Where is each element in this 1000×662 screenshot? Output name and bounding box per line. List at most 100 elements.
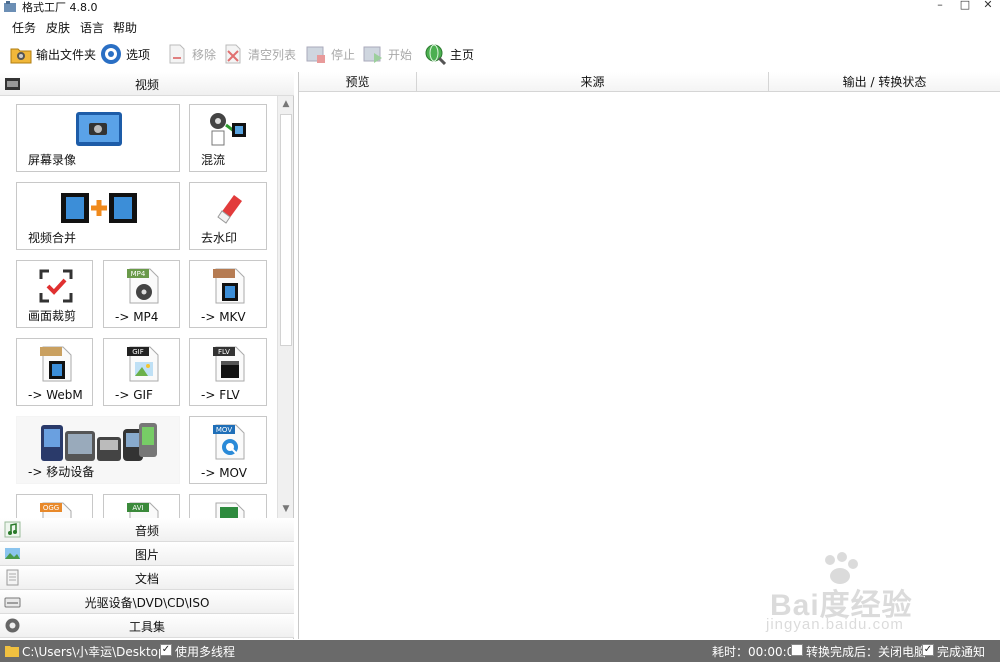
tile-crop[interactable]: 画面裁剪 [16, 260, 93, 328]
stop-button[interactable]: 停止 [305, 40, 355, 68]
notify-label: 完成通知 [937, 645, 986, 659]
clear-list-icon [225, 44, 241, 64]
tile-more-format[interactable] [189, 494, 267, 518]
category-document[interactable]: 文档 [0, 566, 294, 590]
mux-label: 混流 [201, 153, 226, 167]
category-tools[interactable]: 工具集 [0, 614, 294, 638]
after-done-label: 转换完成后：关闭电脑 [806, 645, 927, 659]
tile-ogg[interactable]: OGG [16, 494, 93, 518]
clear-list-button[interactable]: 清空列表 [222, 40, 296, 68]
tool-grid-scrollbar[interactable]: ▲ ▼ [277, 96, 293, 518]
flv-file-icon: FLV [213, 346, 245, 382]
tile-webm[interactable]: -> WebM [16, 338, 93, 406]
multithread-label: 使用多线程 [175, 645, 236, 659]
minimize-button[interactable]: – [930, 0, 950, 12]
column-source[interactable]: 来源 [417, 72, 769, 92]
column-preview[interactable]: 预览 [299, 72, 417, 92]
after-done-checkbox[interactable] [791, 644, 803, 656]
folder-icon [10, 48, 32, 64]
mkv-label: -> MKV [201, 310, 246, 324]
tile-avi[interactable]: AVI [103, 494, 180, 518]
category-audio-label: 音频 [134, 524, 159, 538]
status-bar: C:\Users\小幸运\Desktop ✓ 使用多线程 耗时：00:00:00… [0, 640, 1000, 662]
app-icon [4, 1, 16, 12]
options-icon [101, 44, 121, 64]
home-globe-icon [425, 44, 446, 65]
home-button[interactable]: 主页 [424, 40, 474, 68]
scroll-up-icon[interactable]: ▲ [279, 97, 293, 111]
stop-label: 停止 [331, 47, 356, 62]
menu-language[interactable]: 语言 [80, 19, 104, 36]
ogg-file-icon: OGG [40, 502, 72, 518]
tile-mux[interactable]: 混流 [189, 104, 267, 172]
menu-skin[interactable]: 皮肤 [46, 19, 70, 36]
category-audio[interactable]: 音频 [0, 518, 294, 542]
output-folder-label: 输出文件夹 [36, 47, 97, 62]
mux-icon [210, 113, 246, 146]
tile-gif[interactable]: GIF -> GIF [103, 338, 180, 406]
start-button[interactable]: 开始 [362, 40, 412, 68]
mobile-devices-icon [41, 423, 157, 461]
scroll-thumb[interactable] [280, 114, 292, 346]
category-optical-drive[interactable]: 光驱设备\DVD\CD\ISO [0, 590, 294, 614]
category-tools-label: 工具集 [128, 620, 165, 634]
category-optical-drive-label: 光驱设备\DVD\CD\ISO [84, 596, 210, 610]
elapsed-time: 耗时：00:00:00 [712, 645, 802, 659]
video-join-label: 视频合并 [28, 231, 77, 245]
category-picture[interactable]: 图片 [0, 542, 294, 566]
flv-label: -> FLV [201, 388, 240, 402]
tile-video-join[interactable]: 视频合并 [16, 182, 180, 250]
mkv-file-icon [213, 268, 245, 304]
toolbar: 输出文件夹 选项 移除 清空列表 停止 开始 主页 [0, 40, 1000, 68]
flv-badge: FLV [218, 348, 230, 356]
menu-task[interactable]: 任务 [12, 19, 36, 36]
tile-mp4[interactable]: MP4 -> MP4 [103, 260, 180, 328]
baidu-jingyan-watermark: Bai度经验 jingyan.baidu.com [760, 552, 990, 642]
output-folder-button[interactable]: 输出文件夹 [10, 40, 96, 68]
tile-flv[interactable]: FLV -> FLV [189, 338, 267, 406]
ogg-badge: OGG [43, 504, 59, 512]
multithread-checkbox[interactable]: ✓ [160, 644, 172, 656]
format-factory-window: 格式工厂 4.8.0 – □ ✕ 任务 皮肤 语言 帮助 输出文件夹 选项 移除… [0, 0, 1000, 662]
category-video[interactable]: 视频 [0, 72, 294, 96]
mov-file-icon: MOV [213, 424, 245, 460]
home-label: 主页 [450, 47, 475, 62]
video-tool-grid: 屏幕录像 混流 视频合并 去水印 画面裁剪 MP4 -> MP4 -> MKV … [0, 96, 277, 518]
scroll-down-icon[interactable]: ▼ [279, 502, 293, 516]
tile-mobile[interactable]: -> 移动设备 [16, 416, 180, 484]
output-path[interactable]: C:\Users\小幸运\Desktop [22, 643, 166, 660]
tile-mov[interactable]: MOV -> MOV [189, 416, 267, 484]
options-button[interactable]: 选项 [100, 40, 150, 68]
options-label: 选项 [126, 47, 151, 62]
webm-label: -> WebM [28, 388, 83, 402]
remove-button[interactable]: 移除 [166, 40, 216, 68]
avi-badge: AVI [132, 504, 143, 512]
mov-label: -> MOV [201, 466, 247, 480]
category-document-label: 文档 [134, 572, 159, 586]
notify-checkbox[interactable]: ✓ [922, 644, 934, 656]
stop-icon [306, 46, 325, 63]
gif-badge: GIF [132, 348, 144, 356]
avi-file-icon: AVI [127, 502, 159, 518]
gif-label: -> GIF [115, 388, 153, 402]
tile-screen-record[interactable]: 屏幕录像 [16, 104, 180, 172]
mov-badge: MOV [216, 426, 232, 434]
close-button[interactable]: ✕ [978, 0, 998, 12]
menu-help[interactable]: 帮助 [113, 19, 137, 36]
crop-label: 画面裁剪 [28, 309, 77, 323]
mp4-label: -> MP4 [115, 310, 159, 324]
watermark-url: jingyan.baidu.com [766, 616, 904, 633]
folder-small-icon [5, 646, 19, 657]
maximize-button[interactable]: □ [955, 0, 975, 12]
tile-remove-watermark[interactable]: 去水印 [189, 182, 267, 250]
tile-mkv[interactable]: -> MKV [189, 260, 267, 328]
menu-bar: 任务 皮肤 语言 帮助 [0, 18, 1000, 36]
eraser-icon [217, 195, 242, 224]
gif-file-icon: GIF [127, 346, 159, 382]
mp4-badge: MP4 [131, 270, 146, 278]
screen-record-label: 屏幕录像 [28, 153, 77, 167]
video-join-icon [61, 193, 137, 223]
column-output-status[interactable]: 输出 / 转换状态 [769, 72, 1000, 92]
screen-record-icon [76, 112, 122, 146]
title-bar: 格式工厂 4.8.0 – □ ✕ [0, 0, 1000, 14]
